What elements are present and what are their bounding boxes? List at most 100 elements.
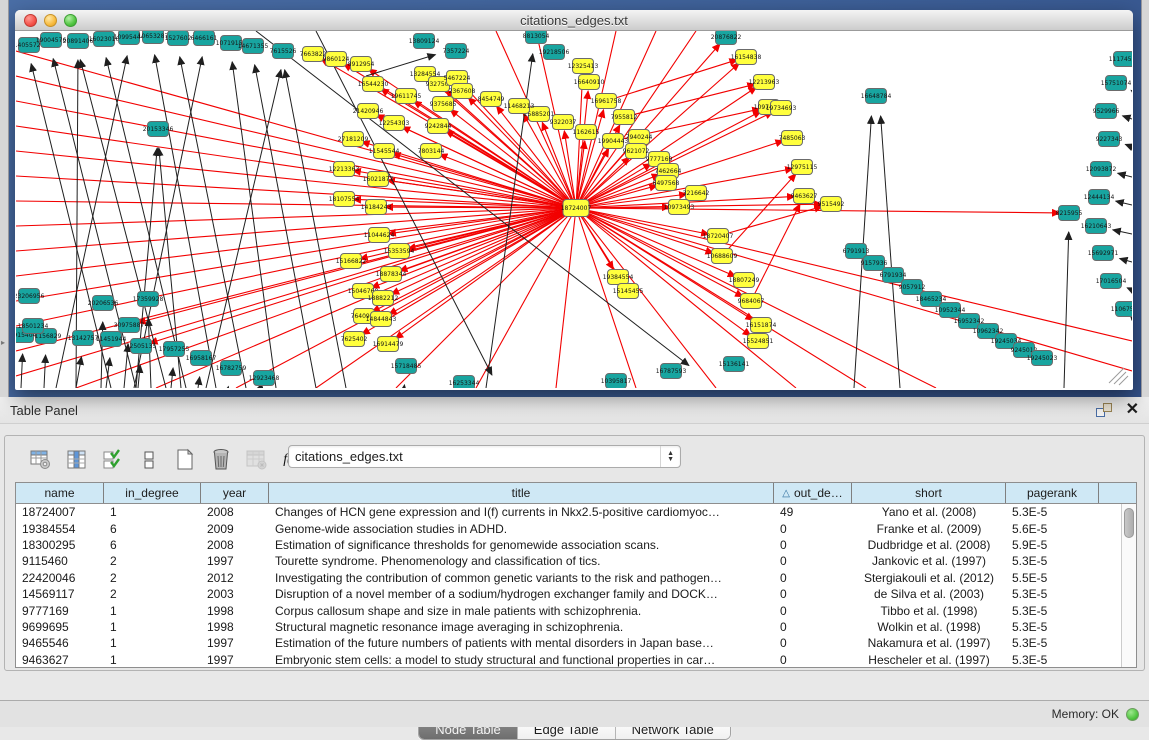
network-node[interactable]: 12213363: [329, 162, 360, 177]
network-node[interactable]: 18882212: [368, 291, 399, 306]
network-node[interactable]: 9529966: [1093, 104, 1120, 119]
network-node[interactable]: 13809124: [409, 34, 440, 49]
column-header-out_de[interactable]: △out_de…: [774, 483, 852, 503]
close-panel-icon[interactable]: ✕: [1126, 403, 1139, 417]
network-node[interactable]: 18878344: [376, 267, 407, 282]
network-node[interactable]: 17359928: [133, 292, 164, 307]
network-node[interactable]: 7357224: [443, 44, 470, 59]
network-node[interactable]: 16151874: [746, 318, 777, 333]
network-node[interactable]: 12213963: [749, 75, 780, 90]
network-node[interactable]: 18501234: [18, 319, 49, 334]
network-node[interactable]: 7615526: [270, 44, 297, 59]
network-node[interactable]: 12093872: [1086, 162, 1117, 177]
column-header-pagerank[interactable]: pagerank: [1006, 483, 1099, 503]
network-node[interactable]: 12254303: [379, 116, 410, 131]
table-row[interactable]: 946362711997Embryonic stem cells: a mode…: [16, 652, 1136, 668]
network-node[interactable]: 16544230: [358, 77, 389, 92]
network-node[interactable]: 16914479: [373, 337, 404, 352]
network-node[interactable]: 9322037: [550, 115, 577, 130]
network-node[interactable]: 10973493: [664, 200, 695, 215]
table-row[interactable]: 1872400712008Changes of HCN gene express…: [16, 504, 1136, 520]
network-node[interactable]: 17016504: [1096, 274, 1127, 289]
close-button[interactable]: [24, 14, 37, 27]
column-header-year[interactable]: year: [201, 483, 269, 503]
table-selector-dropdown[interactable]: citations_edges.txt ▲▼: [288, 445, 681, 468]
network-node[interactable]: 15145455: [613, 284, 644, 299]
table-row[interactable]: 1830029562008Estimation of significance …: [16, 537, 1136, 553]
delete-column-icon[interactable]: [209, 448, 233, 472]
network-node[interactable]: 19611745: [391, 89, 422, 104]
network-node[interactable]: 30975887: [114, 318, 145, 333]
network-node[interactable]: 20876822: [711, 31, 742, 45]
network-node[interactable]: 12923468: [249, 371, 280, 386]
network-node[interactable]: 18724007: [561, 200, 592, 217]
network-node[interactable]: 6466161: [191, 31, 218, 46]
network-node[interactable]: 19734693: [766, 101, 797, 116]
table-row[interactable]: 2242004622012Investigating the contribut…: [16, 570, 1136, 586]
network-node[interactable]: 16640910: [574, 75, 605, 90]
new-column-icon[interactable]: [173, 448, 197, 472]
network-node[interactable]: 1527602: [165, 31, 192, 46]
network-node[interactable]: 14844843: [366, 312, 397, 327]
network-node[interactable]: 16958167: [186, 351, 217, 366]
network-node[interactable]: 9227343: [1096, 132, 1123, 147]
expand-panel-icon[interactable]: ▸: [1, 338, 5, 347]
network-node[interactable]: 7940244: [626, 130, 653, 145]
network-node[interactable]: 9860124: [323, 52, 350, 67]
network-node[interactable]: 3216642: [683, 186, 710, 201]
delete-table-icon[interactable]: [245, 448, 269, 472]
network-node[interactable]: 15751074: [1101, 76, 1132, 91]
network-node[interactable]: 9242844: [425, 119, 452, 134]
scrollbar-thumb[interactable]: [1124, 508, 1134, 538]
network-node[interactable]: 16961758: [591, 94, 622, 109]
network-node[interactable]: 16648784: [861, 89, 892, 104]
network-node[interactable]: 6497568: [653, 176, 680, 191]
network-node[interactable]: 18807249: [729, 273, 760, 288]
show-columns-icon[interactable]: [65, 448, 89, 472]
network-node[interactable]: 13142757: [68, 331, 99, 346]
network-node[interactable]: 15166822: [336, 254, 367, 269]
minimize-button[interactable]: [44, 14, 57, 27]
table-row[interactable]: 1456911722003Disruption of a novel membe…: [16, 586, 1136, 602]
table-row[interactable]: 946554611997Estimation of the future num…: [16, 635, 1136, 651]
zoom-button[interactable]: [64, 14, 77, 27]
network-canvas[interactable]: 7663822986012489129541654423021420946271…: [16, 31, 1132, 388]
network-node[interactable]: 16210643: [1081, 219, 1112, 234]
network-node[interactable]: 16787593: [656, 364, 687, 379]
network-node[interactable]: 12444134: [1084, 190, 1115, 205]
network-node[interactable]: 16154838: [731, 50, 762, 65]
control-panel-edge[interactable]: ▸: [0, 0, 9, 397]
network-node[interactable]: 8912954: [348, 57, 375, 72]
network-node[interactable]: 14184243: [361, 200, 392, 215]
network-node[interactable]: 11067534: [1111, 302, 1132, 317]
network-window-titlebar[interactable]: citations_edges.txt: [15, 10, 1133, 31]
network-node[interactable]: 20153346: [143, 122, 174, 137]
network-node[interactable]: 12975115: [787, 160, 818, 175]
network-node[interactable]: 19904443: [598, 134, 629, 149]
network-node[interactable]: 8454749: [478, 92, 505, 107]
network-node[interactable]: 27181209: [338, 132, 369, 147]
network-node[interactable]: 18720407: [703, 229, 734, 244]
results-panel-edge[interactable]: [1141, 0, 1149, 397]
network-node[interactable]: 9515492: [818, 197, 845, 212]
network-node[interactable]: 11451944: [96, 332, 127, 347]
network-node[interactable]: 12325413: [568, 59, 599, 74]
network-node[interactable]: 23206956: [16, 289, 44, 304]
network-node[interactable]: 9375685: [430, 97, 457, 112]
network-node[interactable]: 15718485: [391, 359, 422, 374]
network-node[interactable]: 11174567: [1109, 52, 1132, 67]
column-header-name[interactable]: name: [16, 483, 104, 503]
network-node[interactable]: 11468213: [504, 99, 535, 114]
network-node[interactable]: 7955812: [611, 110, 638, 125]
network-node[interactable]: 16253344: [449, 376, 480, 389]
network-node[interactable]: 9463627: [791, 189, 818, 204]
network-node[interactable]: 7625402: [341, 332, 368, 347]
resize-grip-icon[interactable]: [1114, 372, 1126, 384]
column-header-short[interactable]: short: [852, 483, 1006, 503]
select-rows-icon[interactable]: [101, 448, 125, 472]
network-node[interactable]: 2367608: [449, 84, 476, 99]
network-node[interactable]: 7485063: [779, 131, 806, 146]
network-node[interactable]: 20206536: [88, 296, 119, 311]
table-row[interactable]: 969969511998Structural magnetic resonanc…: [16, 619, 1136, 635]
table-settings-icon[interactable]: [29, 448, 53, 472]
